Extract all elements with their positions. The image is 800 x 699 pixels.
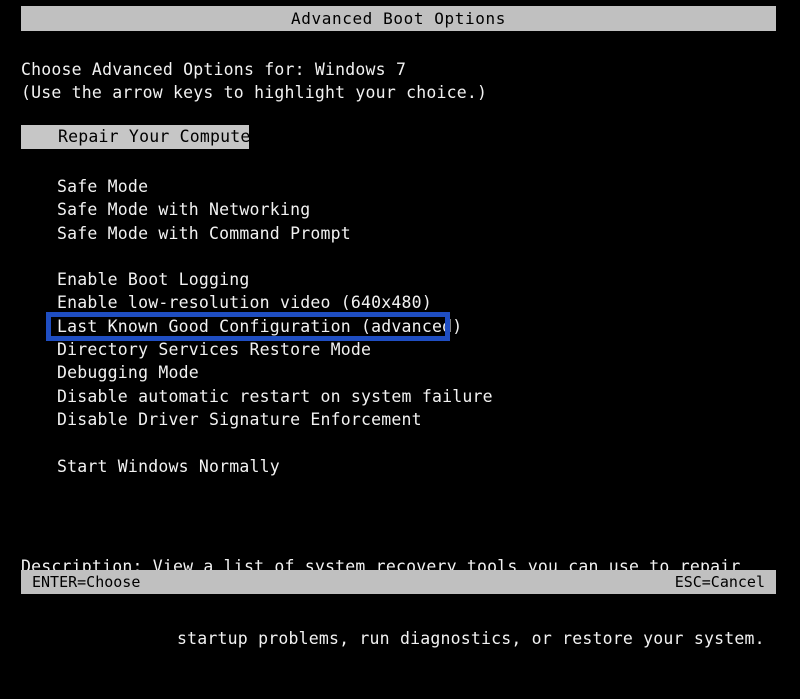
menu-item-safe-mode[interactable]: Safe Mode (57, 175, 493, 198)
menu-item-disable-driver-signature-enforcement[interactable]: Disable Driver Signature Enforcement (57, 408, 493, 431)
footer-bar: ENTER=Choose ESC=Cancel (21, 570, 776, 594)
menu-item-disable-automatic-restart-on-system-failure[interactable]: Disable automatic restart on system fail… (57, 385, 493, 408)
menu-spacer (57, 431, 493, 454)
description-block: Description: View a list of system recov… (21, 507, 765, 699)
prompt-line-1: Choose Advanced Options for: Windows 7 (21, 58, 406, 81)
menu-item-safe-mode-with-networking[interactable]: Safe Mode with Networking (57, 198, 493, 221)
footer-enter-hint: ENTER=Choose (32, 573, 140, 591)
menu-spacer (57, 245, 493, 268)
menu-item-debugging-mode[interactable]: Debugging Mode (57, 361, 493, 384)
footer-esc-hint: ESC=Cancel (675, 573, 765, 591)
menu-item-last-known-good-configuration-advanced[interactable]: Last Known Good Configuration (advanced) (57, 315, 493, 338)
menu-item-repair-your-computer[interactable]: Repair Your Computer (21, 125, 249, 149)
menu-item-directory-services-restore-mode[interactable]: Directory Services Restore Mode (57, 338, 493, 361)
description-line-2: startup problems, run diagnostics, or re… (21, 627, 765, 651)
menu-item-start-windows-normally[interactable]: Start Windows Normally (57, 455, 493, 478)
page-title: Advanced Boot Options (291, 9, 506, 28)
prompt-line-2: (Use the arrow keys to highlight your ch… (21, 81, 487, 104)
boot-options-screen: Advanced Boot Options Choose Advanced Op… (0, 0, 800, 603)
menu-item-safe-mode-with-command-prompt[interactable]: Safe Mode with Command Prompt (57, 222, 493, 245)
menu-item-enable-boot-logging[interactable]: Enable Boot Logging (57, 268, 493, 291)
boot-options-menu: Safe ModeSafe Mode with NetworkingSafe M… (57, 175, 493, 478)
menu-item-enable-low-resolution-video-640x480[interactable]: Enable low-resolution video (640x480) (57, 291, 493, 314)
title-bar: Advanced Boot Options (21, 6, 776, 31)
